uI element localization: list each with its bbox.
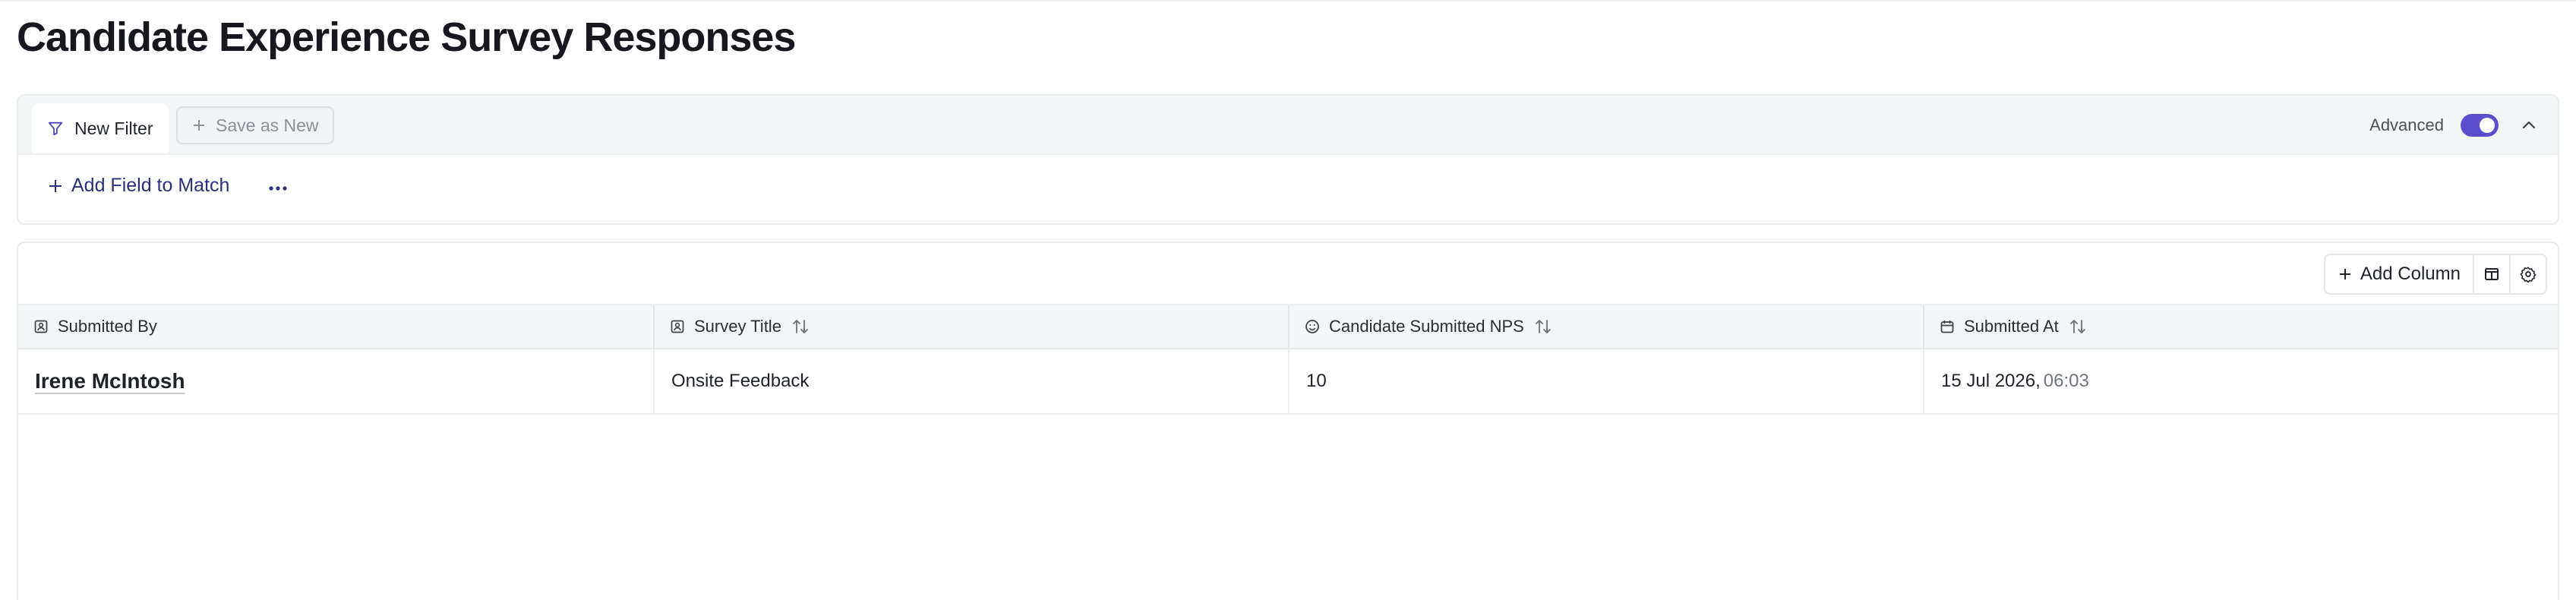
table-toolbar: Add Column xyxy=(18,243,2558,305)
column-header-submitted-at[interactable]: Submitted At xyxy=(1923,305,2558,348)
plus-icon xyxy=(47,178,64,194)
column-header-label: Survey Title xyxy=(694,317,781,336)
advanced-toggle[interactable] xyxy=(2461,114,2499,137)
smiley-icon xyxy=(1305,319,1320,334)
add-column-label: Add Column xyxy=(2360,264,2461,284)
filter-bar: New Filter Save as New Advanced xyxy=(18,96,2558,155)
submitted-time: 06:03 xyxy=(2043,371,2089,391)
column-header-label: Submitted By xyxy=(58,317,157,336)
add-field-label: Add Field to Match xyxy=(71,175,230,196)
top-border xyxy=(0,0,2576,2)
add-field-to-match-button[interactable]: Add Field to Match xyxy=(47,175,229,197)
page-title: Candidate Experience Survey Responses xyxy=(17,14,796,60)
more-options-button[interactable] xyxy=(263,173,293,204)
save-as-new-label: Save as New xyxy=(216,115,319,135)
new-filter-label: New Filter xyxy=(74,118,153,138)
plus-icon xyxy=(191,118,207,133)
submitted-at-cell: 15 Jul 2026, 06:03 xyxy=(1923,349,2558,413)
nps-cell: 10 xyxy=(1288,349,1923,413)
gear-icon xyxy=(2520,266,2537,283)
table-panel: Add Column Submitted By Survey Title Can… xyxy=(17,242,2559,600)
advanced-controls: Advanced xyxy=(2369,96,2543,155)
table-row[interactable]: Irene McIntosh Onsite Feedback 10 15 Jul… xyxy=(18,349,2558,415)
table-header: Submitted By Survey Title Candidate Subm… xyxy=(18,304,2558,349)
submitted-by-cell[interactable]: Irene McIntosh xyxy=(18,349,653,413)
submitted-date: 15 Jul 2026, xyxy=(1941,371,2041,391)
survey-title-cell: Onsite Feedback xyxy=(653,349,1288,413)
new-filter-tab[interactable]: New Filter xyxy=(32,103,169,153)
sort-icon[interactable] xyxy=(791,317,810,336)
column-header-submitted-by[interactable]: Submitted By xyxy=(18,305,653,348)
filter-panel: New Filter Save as New Advanced Add Fiel… xyxy=(17,94,2559,225)
advanced-label: Advanced xyxy=(2369,115,2444,134)
add-column-button[interactable]: Add Column xyxy=(2325,255,2473,293)
table-settings-button[interactable] xyxy=(2509,255,2546,293)
column-header-label: Candidate Submitted NPS xyxy=(1329,317,1524,336)
filter-body: Add Field to Match xyxy=(18,155,2558,223)
person-card-icon xyxy=(33,319,49,334)
calendar-icon xyxy=(1940,319,1955,334)
column-header-survey-title[interactable]: Survey Title xyxy=(653,305,1288,348)
column-header-candidate-submitted-nps[interactable]: Candidate Submitted NPS xyxy=(1288,305,1923,348)
columns-layout-button[interactable] xyxy=(2473,255,2509,293)
columns-icon xyxy=(2483,266,2500,283)
chevron-up-icon xyxy=(2521,117,2537,134)
column-header-label: Submitted At xyxy=(1964,317,2059,336)
plus-icon xyxy=(2338,267,2353,282)
collapse-button[interactable] xyxy=(2515,112,2543,139)
table-tools: Add Column xyxy=(2323,254,2547,295)
ellipsis-icon xyxy=(268,185,288,191)
person-card-icon xyxy=(670,319,685,334)
filter-icon xyxy=(47,120,64,137)
sort-icon[interactable] xyxy=(2068,317,2088,336)
sort-icon[interactable] xyxy=(1533,317,1553,336)
save-as-new-button[interactable]: Save as New xyxy=(176,106,334,144)
